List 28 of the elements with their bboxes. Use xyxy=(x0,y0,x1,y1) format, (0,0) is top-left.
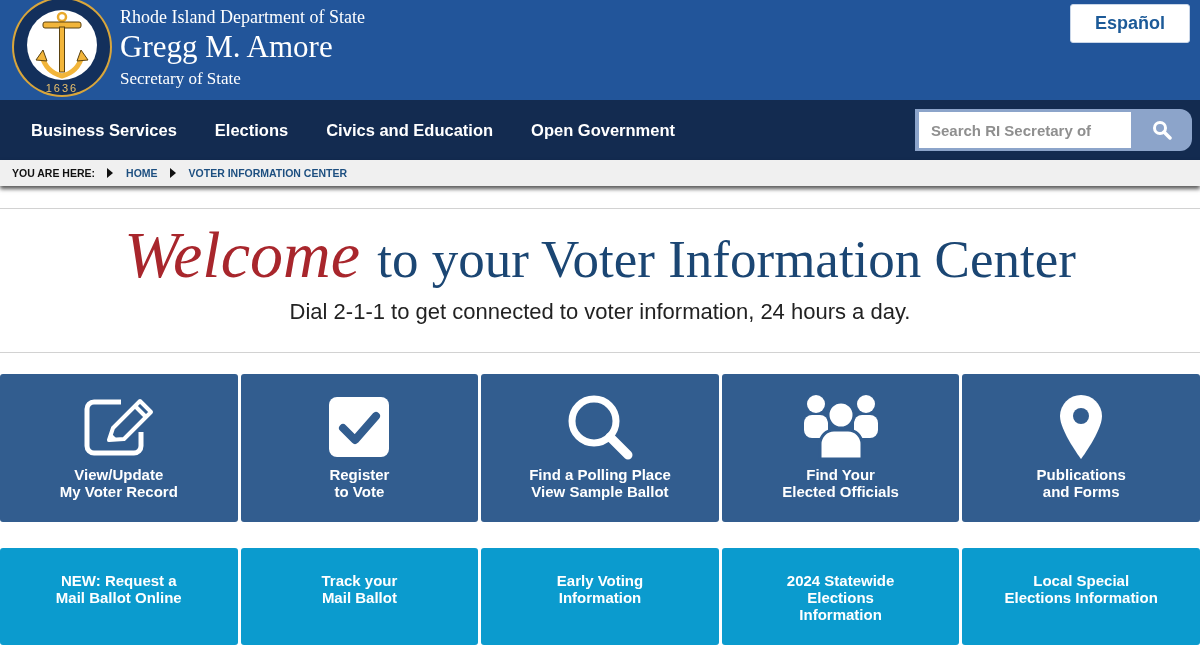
nav-link[interactable]: Open Government xyxy=(531,120,676,140)
welcome-heading: Welcome to your Voter Information Center xyxy=(123,221,1077,293)
pencil-square-icon xyxy=(82,397,155,457)
seal-logo: 1636 xyxy=(12,0,112,100)
helpline-text: Dial 2-1-1 to get connected to voter information, 24 hours a day. xyxy=(288,298,912,326)
nav-link[interactable]: Civics and Education xyxy=(326,120,494,140)
checkbox-icon xyxy=(329,397,390,457)
link-tile[interactable]: Publications and Forms xyxy=(962,374,1200,522)
secretary-name: Gregg M. Amore xyxy=(120,29,334,65)
nav-link[interactable]: Business Services xyxy=(31,120,177,140)
caret-icon xyxy=(107,168,114,178)
office-title: Secretary of State xyxy=(120,68,242,90)
link-tile[interactable]: Register to Vote xyxy=(240,374,479,522)
breadcrumb-label: YOU ARE HERE: xyxy=(12,167,96,179)
link-tile[interactable]: Find Your Elected Officials xyxy=(721,374,960,522)
caret-icon xyxy=(169,168,176,178)
link-tile[interactable]: Find a Polling Place View Sample Ballot xyxy=(481,374,719,522)
search-icon xyxy=(1151,120,1172,140)
breadcrumb-link[interactable]: HOME xyxy=(126,167,158,179)
search-field[interactable]: Search RI Secretary of xyxy=(919,112,1131,148)
map-pin-icon xyxy=(1060,395,1103,459)
search-icon xyxy=(567,394,633,460)
breadcrumb-link[interactable]: VOTER INFORMATION CENTER xyxy=(188,167,348,179)
nav-link[interactable]: Elections xyxy=(214,120,289,140)
people-icon xyxy=(801,394,880,460)
link-tile[interactable]: View/Update My Voter Record xyxy=(0,374,238,522)
department-name: Rhode Island Department of State xyxy=(120,6,365,29)
language-button[interactable]: Español xyxy=(1070,4,1190,43)
